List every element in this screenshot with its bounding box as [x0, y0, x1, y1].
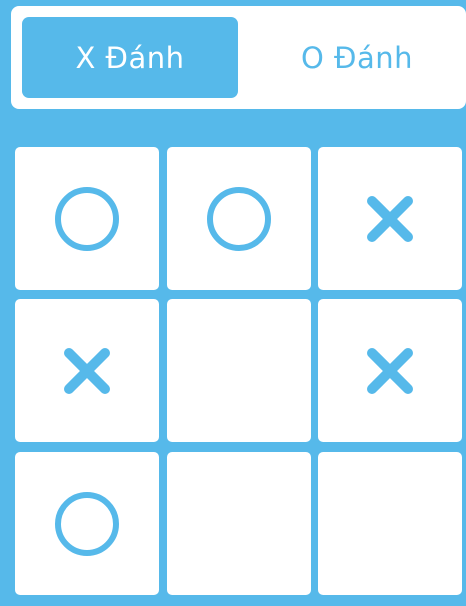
board-cell-2-2[interactable] [167, 299, 311, 442]
o-turn-button[interactable]: O Đánh [249, 17, 465, 98]
board-cell-3-1[interactable] [15, 452, 159, 595]
board-cell-3-2[interactable] [167, 452, 311, 595]
board-cell-1-2[interactable] [167, 147, 311, 290]
x-mark-icon [366, 195, 414, 243]
x-mark-icon [63, 347, 111, 395]
o-mark-icon [53, 185, 121, 253]
board-cell-2-1[interactable] [15, 299, 159, 442]
x-turn-label: X Đánh [75, 40, 185, 75]
x-turn-button[interactable]: X Đánh [22, 17, 238, 98]
board-cell-1-1[interactable] [15, 147, 159, 290]
turn-selector: X Đánh O Đánh [11, 6, 466, 109]
o-mark-icon [205, 185, 273, 253]
x-mark-icon [366, 347, 414, 395]
board-cell-3-3[interactable] [318, 452, 462, 595]
o-mark-icon [53, 490, 121, 558]
o-turn-label: O Đánh [300, 40, 414, 75]
board-cell-2-3[interactable] [318, 299, 462, 442]
board-cell-1-3[interactable] [318, 147, 462, 290]
